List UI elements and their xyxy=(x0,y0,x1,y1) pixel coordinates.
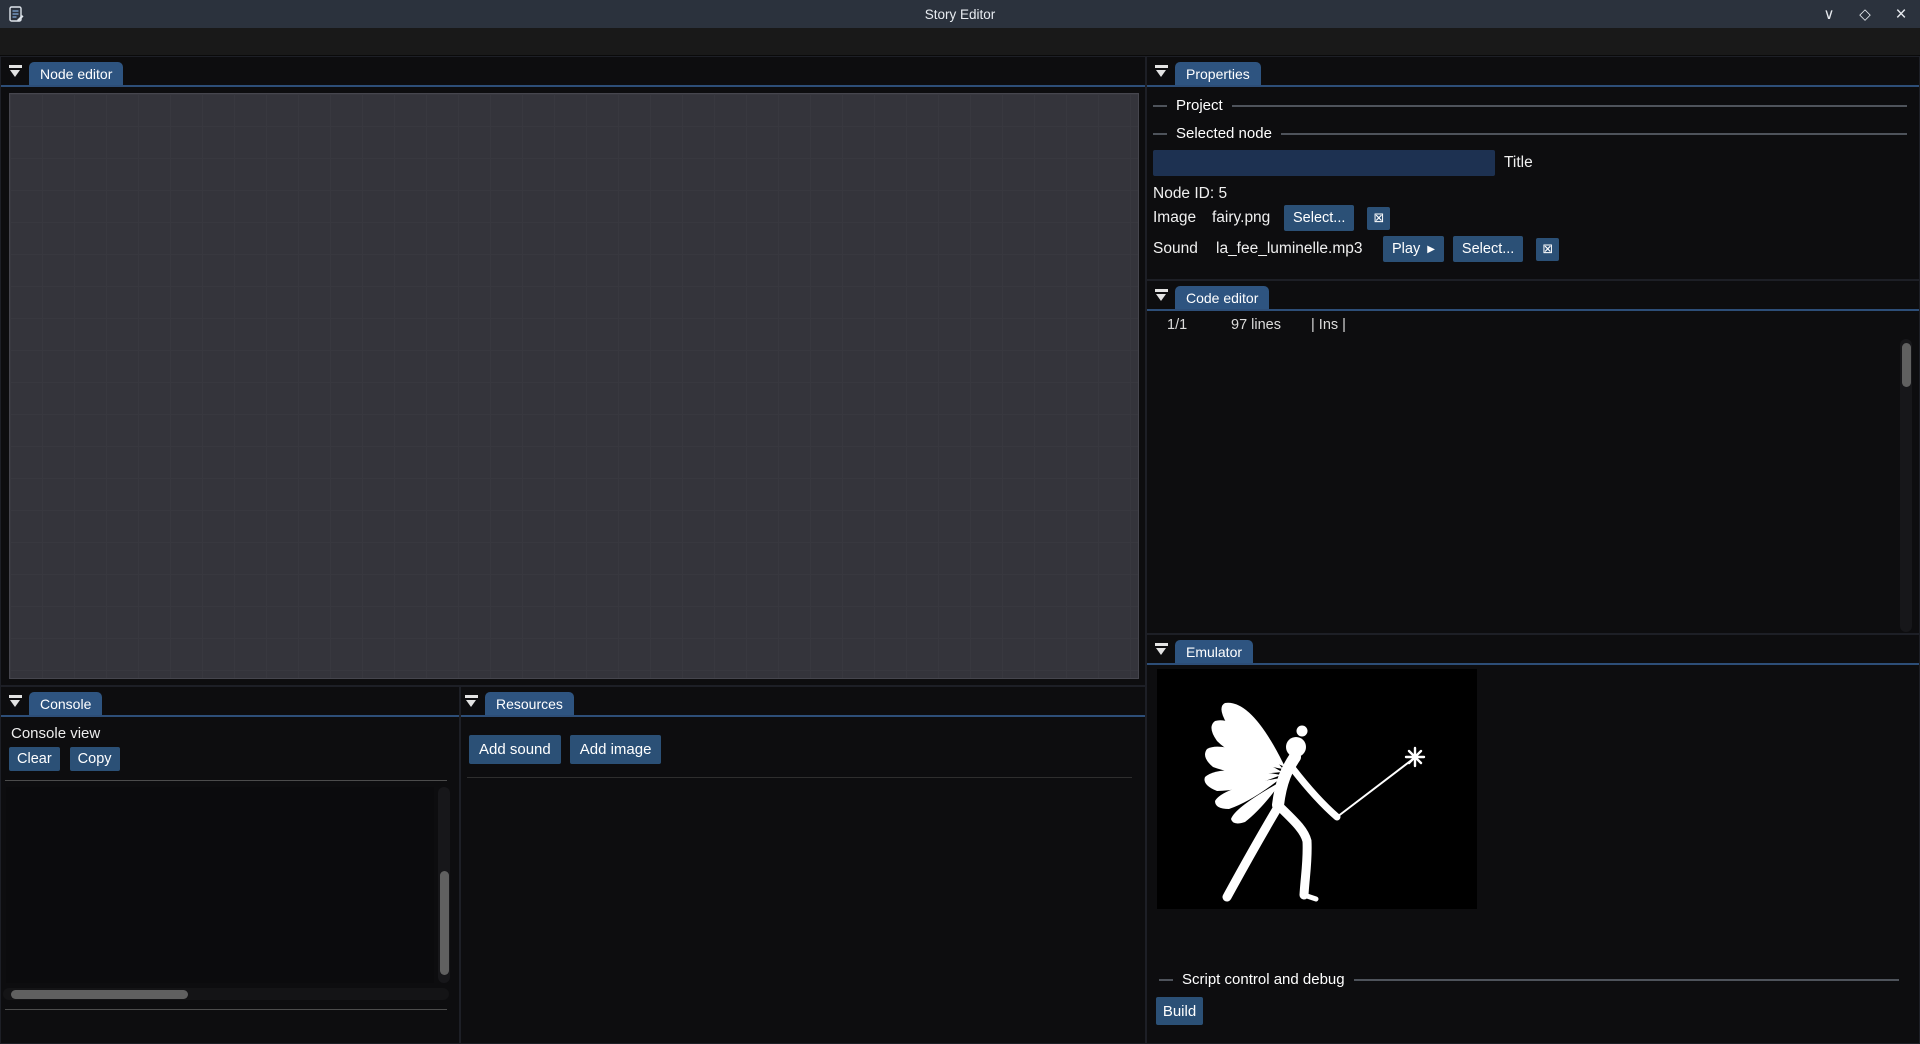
sound-select-button[interactable]: Select... xyxy=(1453,236,1523,262)
console-log[interactable] xyxy=(6,787,434,983)
resources-table xyxy=(467,777,1132,778)
code-editor-panel: Code editor 1/1 97 lines | Ins | xyxy=(1146,280,1920,634)
copy-button[interactable]: Copy xyxy=(70,747,120,771)
sound-label: Sound xyxy=(1153,240,1216,258)
title-input[interactable] xyxy=(1153,150,1495,176)
section-selected-node: Selected node xyxy=(1153,125,1907,142)
insert-mode: | Ins | xyxy=(1311,317,1346,333)
titlebar: Story Editor ∨ ◇ × xyxy=(0,0,1920,28)
divider xyxy=(5,1009,447,1010)
resources-panel: Resources Add sound Add image xyxy=(460,686,1146,1044)
cursor-position: 1/1 xyxy=(1167,317,1187,333)
console-horizontal-scrollbar[interactable] xyxy=(3,988,449,1000)
section-project: Project xyxy=(1153,97,1907,114)
sound-value: la_fee_luminelle.mp3 xyxy=(1216,240,1383,258)
maximize-icon[interactable]: ◇ xyxy=(1856,7,1874,22)
clear-button[interactable]: Clear xyxy=(9,747,60,771)
image-select-button[interactable]: Select... xyxy=(1284,205,1354,231)
node-editor-tabbar: Node editor xyxy=(1,57,1145,87)
node-id-value: Node ID: 5 xyxy=(1153,185,1227,203)
add-image-button[interactable]: Add image xyxy=(570,735,662,764)
collapse-icon[interactable] xyxy=(9,65,22,79)
console-panel: Console Console view Clear Copy xyxy=(0,686,460,1044)
console-view-label: Console view xyxy=(11,725,100,742)
console-scrollbar-thumb[interactable] xyxy=(440,871,449,975)
collapse-icon[interactable] xyxy=(1155,643,1168,657)
node-id-row: Node ID: 5 xyxy=(1153,185,1227,203)
emulator-screen xyxy=(1157,669,1477,909)
node-graph-canvas[interactable] xyxy=(9,93,1139,679)
code-scrollbar-thumb[interactable] xyxy=(1902,343,1911,387)
collapse-icon[interactable] xyxy=(9,695,22,709)
section-project-label: Project xyxy=(1176,97,1223,114)
tab-node-editor[interactable]: Node editor xyxy=(29,62,123,85)
collapse-icon[interactable] xyxy=(1155,65,1168,79)
tab-properties[interactable]: Properties xyxy=(1175,62,1261,85)
window-title: Story Editor xyxy=(0,7,1920,22)
window-controls: ∨ ◇ × xyxy=(1820,0,1910,28)
collapse-icon[interactable] xyxy=(465,695,478,709)
close-icon[interactable]: × xyxy=(1892,5,1910,24)
tab-resources[interactable]: Resources xyxy=(485,692,574,715)
emulator-panel: Emulator Script control and debug Build xyxy=(1146,634,1920,1044)
tab-emulator[interactable]: Emulator xyxy=(1175,640,1253,663)
image-clear-button[interactable]: ⊠ xyxy=(1367,207,1390,230)
menubar xyxy=(0,28,1920,56)
tab-console[interactable]: Console xyxy=(29,692,102,715)
tab-code-editor[interactable]: Code editor xyxy=(1175,286,1269,309)
image-value: fairy.png xyxy=(1212,209,1284,227)
sound-clear-button[interactable]: ⊠ xyxy=(1536,238,1559,261)
console-hscrollbar-thumb[interactable] xyxy=(11,990,188,999)
sound-play-button[interactable]: Play ▶ xyxy=(1383,236,1444,262)
graph-edges xyxy=(10,94,1139,679)
script-control-label: Script control and debug xyxy=(1182,971,1345,988)
properties-panel: Properties Project Selected node Title N… xyxy=(1146,56,1920,280)
fairy-image xyxy=(1157,669,1477,909)
divider xyxy=(5,780,447,781)
add-sound-button[interactable]: Add sound xyxy=(469,735,561,764)
image-label: Image xyxy=(1153,209,1212,227)
console-vertical-scrollbar[interactable] xyxy=(438,787,450,983)
code-text-area[interactable] xyxy=(1149,339,1897,633)
build-button[interactable]: Build xyxy=(1156,997,1203,1025)
minimize-icon[interactable]: ∨ xyxy=(1820,7,1838,22)
node-editor-panel: Node editor xyxy=(0,56,1146,686)
play-label: Play xyxy=(1392,241,1420,257)
code-vertical-scrollbar[interactable] xyxy=(1900,339,1912,632)
title-label: Title xyxy=(1504,154,1533,172)
play-icon: ▶ xyxy=(1427,244,1435,255)
line-count: 97 lines xyxy=(1231,317,1281,333)
section-selected-node-label: Selected node xyxy=(1176,125,1272,142)
collapse-icon[interactable] xyxy=(1155,289,1168,303)
section-script-control: Script control and debug xyxy=(1159,971,1899,988)
